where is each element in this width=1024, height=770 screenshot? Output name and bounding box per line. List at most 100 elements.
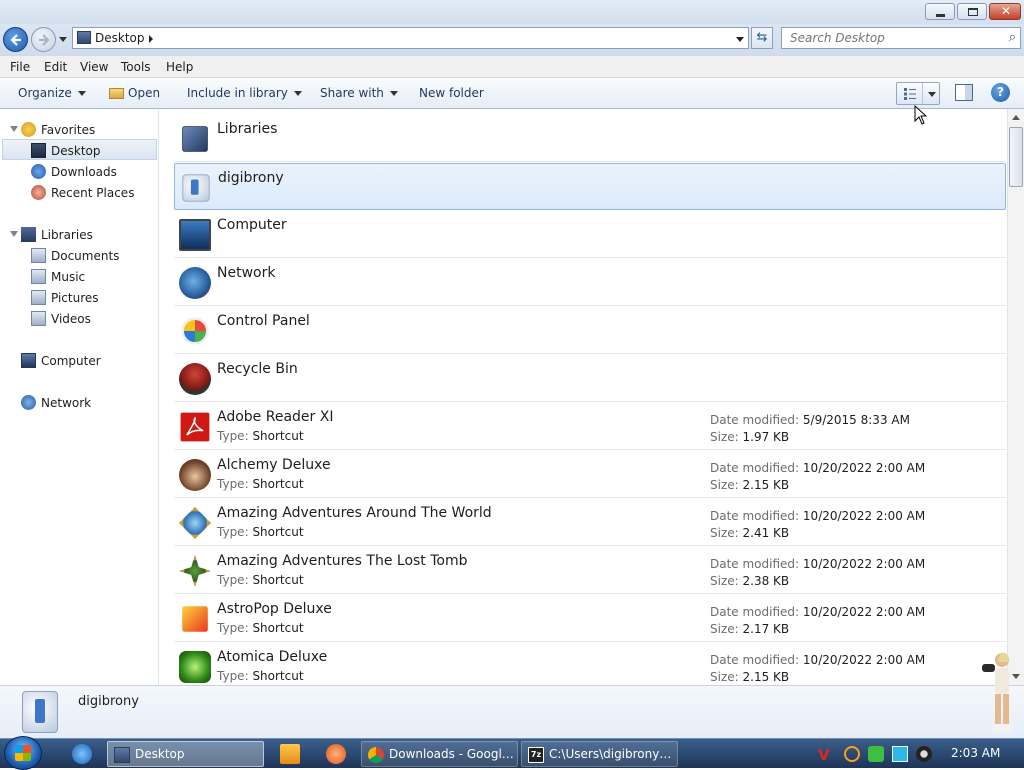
compass-star-icon [179, 555, 211, 587]
alchemy-wizard-icon [179, 459, 211, 491]
selected-item-name: digibrony [78, 694, 139, 709]
list-item-alchemy-deluxe[interactable]: Alchemy Deluxe Type: Shortcut Date modif… [174, 451, 1006, 498]
desktop-folder-icon [77, 31, 91, 44]
close-button[interactable]: ✕ [989, 3, 1021, 20]
scrollbar-thumb[interactable] [1009, 127, 1023, 187]
network-globe-icon [179, 267, 211, 299]
clock[interactable]: 2:03 AM [951, 746, 1000, 760]
vertical-scrollbar[interactable] [1007, 109, 1024, 685]
breadcrumb-desktop[interactable]: Desktop [95, 31, 145, 45]
preview-pane-button[interactable] [955, 84, 973, 101]
list-item-network[interactable]: Network [174, 259, 1006, 306]
details-pane: digibrony [0, 685, 1024, 738]
documents-icon [31, 248, 46, 263]
list-item-amazing-adventures-tomb[interactable]: Amazing Adventures The Lost Tomb Type: S… [174, 547, 1006, 594]
media-player-icon[interactable] [280, 744, 300, 764]
internet-explorer-icon[interactable] [72, 744, 92, 764]
restore-icon [968, 8, 978, 16]
recent-pages-dropdown[interactable] [59, 37, 67, 42]
list-item-digibrony[interactable]: digibrony [174, 163, 1006, 210]
recycle-bin-icon [179, 363, 211, 395]
nav-favorites[interactable]: Favorites [0, 119, 157, 140]
details-view-icon [904, 88, 916, 100]
share-with-button[interactable]: Share with [320, 86, 398, 100]
network-tray-icon[interactable] [868, 746, 884, 762]
nav-desktop[interactable]: Desktop [2, 139, 157, 160]
favorites-star-icon [21, 122, 36, 137]
list-item-libraries[interactable]: Libraries [174, 115, 1006, 162]
nav-network[interactable]: Network [0, 392, 157, 413]
view-button-divider [922, 83, 923, 104]
help-icon: ? [997, 85, 1004, 99]
list-item-control-panel[interactable]: Control Panel [174, 307, 1006, 354]
open-button[interactable]: Open [109, 86, 160, 100]
paint-app-icon[interactable] [326, 744, 346, 764]
address-dropdown-icon[interactable] [736, 37, 744, 42]
antivirus-tray-icon[interactable]: V [818, 746, 834, 764]
menu-help[interactable]: Help [166, 60, 193, 74]
search-icon[interactable]: ⌕ [1009, 30, 1016, 45]
control-panel-icon [181, 317, 209, 345]
list-item-adobe-reader[interactable]: Adobe Reader XI Type: Shortcut Date modi… [174, 403, 1006, 450]
astropop-icon [182, 606, 208, 632]
organize-button[interactable]: Organize [18, 86, 86, 100]
address-field[interactable]: Desktop [72, 27, 749, 49]
nav-videos[interactable]: Videos [0, 308, 157, 329]
menu-view[interactable]: View [80, 60, 108, 74]
downloads-icon [31, 164, 46, 179]
refresh-button[interactable]: ⇆ [751, 27, 773, 49]
restore-button[interactable] [957, 3, 987, 20]
chevron-down-icon [77, 91, 86, 96]
start-button[interactable] [4, 736, 42, 770]
list-item-astropop-deluxe[interactable]: AstroPop Deluxe Type: Shortcut Date modi… [174, 595, 1006, 642]
taskbar-explorer-desktop[interactable]: Desktop [107, 741, 264, 767]
computer-icon [179, 219, 211, 251]
search-tray-icon[interactable] [844, 746, 860, 762]
back-arrow-icon [10, 34, 21, 46]
character-sprite-icon [982, 652, 1011, 732]
list-item-amazing-adventures-world[interactable]: Amazing Adventures Around The World Type… [174, 499, 1006, 546]
file-list[interactable]: Libraries digibrony Computer Network Con… [160, 109, 1007, 685]
list-item-computer[interactable]: Computer [174, 211, 1006, 258]
taskbar: Desktop Downloads - Google ... 7z C:\Use… [0, 736, 1024, 770]
back-button[interactable] [3, 27, 28, 52]
search-input[interactable] [782, 28, 992, 48]
list-item-recycle-bin[interactable]: Recycle Bin [174, 355, 1006, 402]
include-in-library-button[interactable]: Include in library [187, 86, 302, 100]
expand-triangle-icon[interactable] [10, 231, 18, 237]
display-tray-icon[interactable] [892, 746, 908, 762]
search-box[interactable]: ⌕ [781, 27, 1021, 49]
menu-file[interactable]: File [10, 60, 30, 74]
title-bar: ✕ [0, 0, 1024, 24]
network-icon [21, 395, 36, 410]
music-icon [31, 269, 46, 284]
taskbar-chrome-downloads[interactable]: Downloads - Google ... [361, 741, 518, 767]
minimize-button[interactable] [925, 3, 955, 20]
recent-places-icon [31, 185, 46, 200]
chevron-down-icon [293, 91, 302, 96]
breadcrumb-arrow-icon[interactable] [149, 35, 153, 43]
view-dropdown-icon[interactable] [928, 92, 936, 97]
computer-icon [21, 353, 36, 368]
new-folder-button[interactable]: New folder [419, 86, 484, 100]
forward-button[interactable] [31, 27, 56, 52]
taskbar-7zip[interactable]: 7z C:\Users\digibrony\... [521, 741, 678, 767]
nav-libraries[interactable]: Libraries [0, 224, 157, 245]
help-button[interactable]: ? [991, 83, 1010, 102]
user-folder-icon [22, 691, 58, 733]
menu-edit[interactable]: Edit [44, 60, 67, 74]
nav-pictures[interactable]: Pictures [0, 287, 157, 308]
list-item-atomica-deluxe[interactable]: Atomica Deluxe Type: Shortcut Date modif… [174, 643, 1006, 685]
nav-downloads[interactable]: Downloads [0, 161, 157, 182]
scroll-up-icon[interactable] [1012, 115, 1020, 120]
minimize-icon [936, 14, 945, 17]
nav-music[interactable]: Music [0, 266, 157, 287]
change-view-button[interactable] [896, 82, 940, 105]
nav-documents[interactable]: Documents [0, 245, 157, 266]
chevron-down-icon [389, 91, 398, 96]
menu-tools[interactable]: Tools [121, 60, 151, 74]
volume-tray-icon[interactable] [916, 746, 932, 762]
nav-recent-places[interactable]: Recent Places [0, 182, 157, 203]
nav-computer[interactable]: Computer [0, 350, 157, 371]
expand-triangle-icon[interactable] [10, 126, 18, 132]
